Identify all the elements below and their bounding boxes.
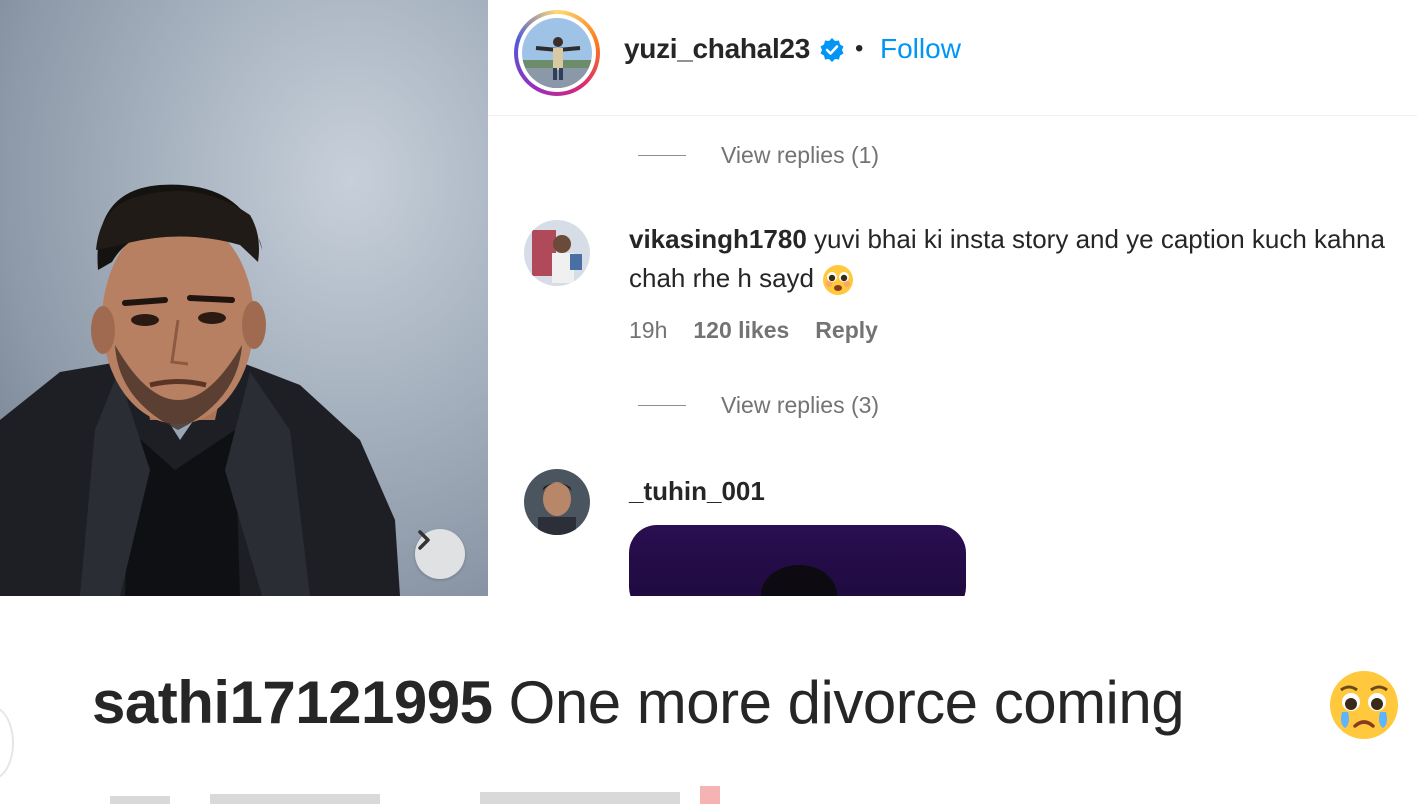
zoomed-comment-text: One more divorce coming xyxy=(508,669,1185,736)
comment-username[interactable]: vikasingh1780 xyxy=(629,224,807,254)
commenter-avatar[interactable] xyxy=(524,220,590,286)
pleading-face-icon xyxy=(823,265,854,296)
reply-button[interactable]: Reply xyxy=(815,317,878,344)
comment-username[interactable]: _tuhin_001 xyxy=(629,476,765,506)
verified-badge-icon xyxy=(820,38,844,62)
comment-time: 19h xyxy=(629,317,668,343)
comment-likes[interactable]: 120 likes xyxy=(693,317,789,344)
follow-button[interactable]: Follow xyxy=(880,33,961,65)
chevron-right-icon xyxy=(418,530,430,550)
comment-body: _tuhin_001 xyxy=(629,472,1399,511)
zoomed-comment-username[interactable]: sathi17121995 xyxy=(92,669,493,736)
author-avatar[interactable] xyxy=(522,18,592,88)
zoomed-comment-section: sathi17121995 One more divorce coming xyxy=(0,596,1417,804)
comment-meta: 19h 120 likes Reply xyxy=(629,317,878,344)
comment-image-attachment[interactable] xyxy=(629,525,966,596)
cropped-next-comment xyxy=(110,786,720,804)
divider-line xyxy=(638,155,686,156)
story-ring[interactable] xyxy=(514,10,600,96)
post-photo xyxy=(0,0,488,596)
portrait-illustration xyxy=(0,184,400,596)
view-replies-button[interactable]: View replies (1) xyxy=(638,142,879,169)
holding-back-tears-icon xyxy=(1330,671,1398,739)
view-replies-label: View replies (1) xyxy=(721,142,880,168)
commenter-avatar[interactable] xyxy=(524,469,590,535)
separator-dot: • xyxy=(855,35,864,62)
comment-body: vikasingh1780 yuvi bhai ki insta story a… xyxy=(629,220,1399,298)
divider-line xyxy=(638,405,686,406)
author-username[interactable]: yuzi_chahal23 xyxy=(624,33,810,65)
zoomed-comment: sathi17121995 One more divorce coming xyxy=(92,668,1185,737)
avatar-edge xyxy=(0,706,14,780)
comments-panel: yuzi_chahal23 • Follow View replies (1) … xyxy=(488,0,1417,596)
post-header: yuzi_chahal23 • Follow xyxy=(488,0,1417,116)
next-photo-button[interactable] xyxy=(415,529,465,579)
view-replies-label: View replies (3) xyxy=(721,392,880,418)
view-replies-button[interactable]: View replies (3) xyxy=(638,392,879,419)
